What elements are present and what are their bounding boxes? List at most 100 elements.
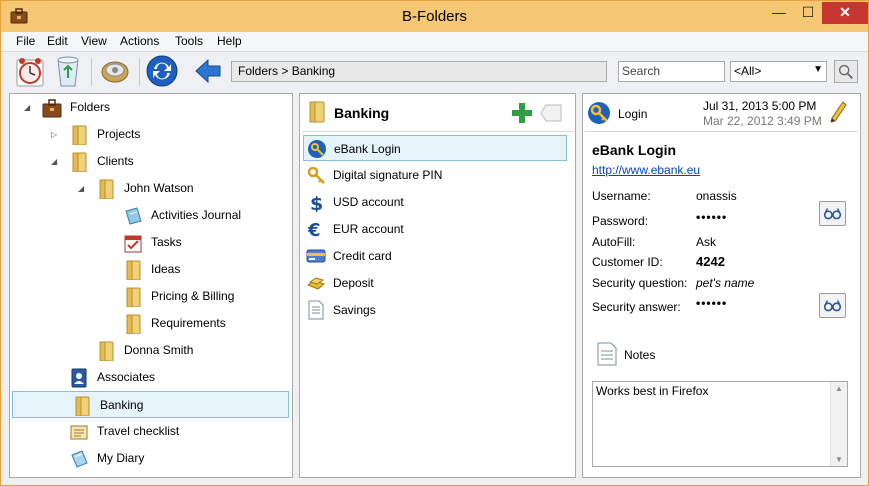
expand-arrow-icon[interactable]: ▷ (51, 121, 61, 148)
divider (302, 131, 573, 132)
folder-icon (72, 152, 87, 172)
tree-item-donna-smith[interactable]: Donna Smith (10, 337, 290, 364)
pencil-icon[interactable] (829, 101, 847, 123)
menu-help[interactable]: Help (217, 34, 242, 48)
tree-item-projects[interactable]: ▷ Projects (10, 121, 290, 148)
tree-item-ideas[interactable]: Ideas (10, 256, 290, 283)
login-key-icon (588, 102, 610, 124)
title-bar[interactable]: B-Folders — ☐ ✕ (1, 1, 868, 32)
collapse-arrow-icon[interactable]: ◢ (51, 148, 61, 175)
tree-item-activities-journal[interactable]: Activities Journal (10, 202, 290, 229)
tree-item-label: Clients (97, 154, 134, 168)
tree-item-label: John Watson (124, 181, 194, 195)
item-type-label: Login (618, 107, 648, 121)
collapse-arrow-icon[interactable]: ◢ (78, 175, 88, 202)
recycle-bin-icon[interactable] (50, 54, 86, 88)
security-answer-value: •••••• (696, 296, 728, 310)
autofill-label: AutoFill: (592, 235, 636, 249)
notes-textarea[interactable]: Works best in Firefox ▲ ▼ (592, 381, 848, 467)
chevron-down-icon: ▼ (813, 64, 823, 75)
search-icon[interactable] (834, 60, 858, 83)
reveal-password-icon[interactable] (819, 201, 846, 226)
tree-item-john-watson[interactable]: ◢ John Watson (10, 175, 290, 202)
divider (585, 131, 858, 132)
folder-icon (99, 341, 114, 361)
customer-id-value: 4242 (696, 254, 725, 269)
key-icon (307, 166, 325, 184)
tree-item-tasks[interactable]: Tasks (10, 229, 290, 256)
tree-item-label: Activities Journal (151, 208, 242, 222)
list-item-label: Deposit (333, 276, 374, 290)
notes-label: Notes (624, 348, 656, 362)
list-item-savings[interactable]: Savings (303, 297, 567, 323)
journal-icon (125, 207, 142, 225)
dollar-icon: $ (310, 193, 323, 212)
maximize-button[interactable]: ☐ (794, 2, 822, 24)
tree-item-requirements[interactable]: Requirements (10, 310, 290, 337)
menu-tools[interactable]: Tools (175, 34, 203, 48)
menu-edit[interactable]: Edit (47, 34, 68, 48)
alarm-clock-icon[interactable] (13, 54, 49, 88)
menu-actions[interactable]: Actions (120, 34, 159, 48)
list-item-label: USD account (333, 195, 404, 209)
menu-view[interactable]: View (81, 34, 107, 48)
list-item-label: eBank Login (334, 142, 401, 156)
tree-item-folders[interactable]: ◢ Folders (10, 94, 290, 121)
login-key-icon (308, 140, 326, 158)
item-list: Banking eBank Login Digital signature PIN… (299, 93, 576, 478)
notes-icon (597, 342, 617, 366)
add-icon[interactable] (511, 102, 533, 124)
tree-item-associates[interactable]: Associates (10, 364, 290, 391)
list-item-deposit[interactable]: Deposit (303, 270, 567, 296)
folder-icon (126, 314, 141, 334)
scroll-down-icon[interactable]: ▼ (831, 455, 847, 464)
list-item-digital-signature-pin[interactable]: Digital signature PIN (303, 162, 567, 188)
security-question-label: Security question: (592, 276, 688, 290)
tree-item-travel-checklist[interactable]: Travel checklist (10, 418, 290, 445)
folder-icon (126, 287, 141, 307)
tree-item-banking[interactable]: Banking (12, 391, 289, 418)
collapse-arrow-icon[interactable]: ◢ (24, 94, 34, 121)
list-item-eur-account[interactable]: € EUR account (303, 216, 567, 242)
scroll-up-icon[interactable]: ▲ (831, 384, 847, 393)
reveal-answer-icon[interactable] (819, 293, 846, 318)
gold-icon (306, 277, 326, 290)
app-window: B-Folders — ☐ ✕ File Edit View Actions T… (0, 0, 869, 486)
filter-value: <All> (734, 64, 762, 78)
menu-bar: File Edit View Actions Tools Help (1, 32, 868, 52)
url-link[interactable]: http://www.ebank.eu (592, 163, 700, 177)
back-arrow-icon[interactable] (190, 54, 226, 88)
list-item-ebank-login[interactable]: eBank Login (303, 135, 567, 161)
list-item-label: Savings (333, 303, 376, 317)
customer-id-label: Customer ID: (592, 255, 663, 269)
diary-icon (71, 450, 88, 468)
modified-date: Jul 31, 2013 5:00 PM (703, 99, 817, 113)
password-value: •••••• (696, 210, 728, 224)
svg-text:$: $ (310, 193, 323, 212)
tree-item-label: Requirements (151, 316, 226, 330)
detail-panel: Login Jul 31, 2013 5:00 PM Mar 22, 2012 … (582, 93, 861, 478)
tree-item-label: Tasks (151, 235, 182, 249)
close-button[interactable]: ✕ (822, 2, 868, 24)
filter-select[interactable]: <All> ▼ (730, 61, 827, 82)
search-input[interactable]: Search (618, 61, 725, 82)
tree-item-clients[interactable]: ◢ Clients (10, 148, 290, 175)
security-question-value: pet's name (696, 276, 755, 290)
password-label: Password: (592, 214, 649, 228)
sync-icon[interactable] (144, 54, 180, 88)
list-item-usd-account[interactable]: $ USD account (303, 189, 567, 215)
contacts-icon (71, 368, 87, 388)
notes-scrollbar[interactable]: ▲ ▼ (830, 382, 847, 466)
autofill-value: Ask (696, 235, 717, 249)
tree-item-my-diary[interactable]: My Diary (10, 445, 290, 472)
safe-lock-icon[interactable] (97, 54, 133, 88)
list-header: Banking (334, 105, 390, 121)
list-item-credit-card[interactable]: Credit card (303, 243, 567, 269)
breadcrumb[interactable]: Folders > Banking (231, 61, 607, 82)
tree-item-pricing-and-billing[interactable]: Pricing & Billing (10, 283, 290, 310)
tag-icon[interactable] (540, 103, 562, 123)
tree-item-label: Folders (70, 100, 111, 114)
minimize-button[interactable]: — (764, 2, 794, 24)
folder-icon (309, 101, 325, 123)
menu-file[interactable]: File (16, 34, 35, 48)
